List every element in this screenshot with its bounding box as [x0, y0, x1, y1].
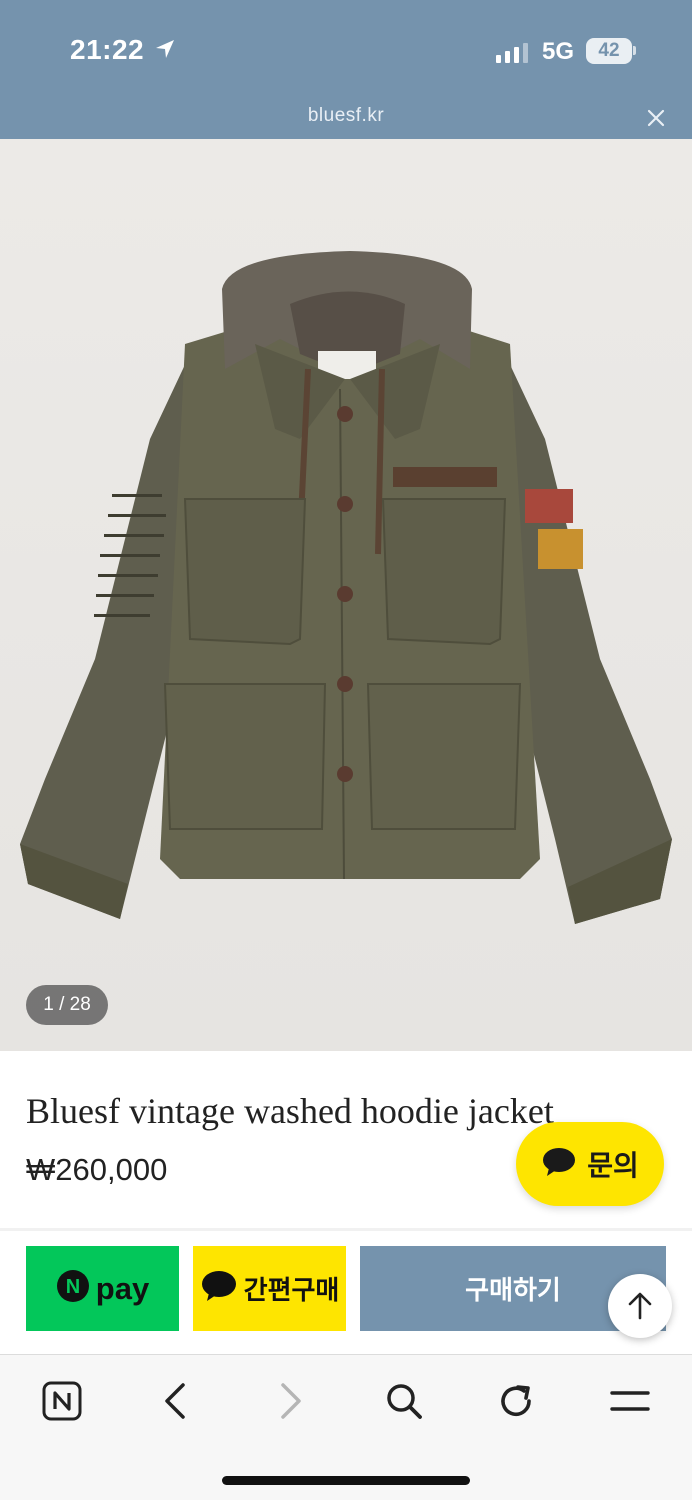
product-title: Bluesf vintage washed hoodie jacket [26, 1091, 554, 1131]
image-counter: 1 / 28 [26, 985, 108, 1025]
inquiry-label: 문의 [587, 1150, 639, 1181]
close-icon[interactable] [644, 106, 668, 130]
npay-button[interactable]: N pay [26, 1246, 179, 1331]
kakao-quick-buy-button[interactable]: 간편구매 [193, 1246, 346, 1331]
menu-icon[interactable] [606, 1377, 654, 1425]
product-image[interactable] [0, 139, 692, 1051]
chat-bubble-icon [541, 1146, 577, 1183]
signal-icon [496, 41, 528, 63]
location-arrow-icon [154, 38, 176, 65]
battery-icon: 42 [586, 38, 632, 64]
status-time: 21:22 [70, 34, 145, 65]
jacket-illustration [20, 251, 672, 924]
buy-now-label: 구매하기 [465, 1275, 561, 1305]
kakao-chat-icon [200, 1269, 238, 1308]
inquiry-button[interactable]: 문의 [516, 1122, 664, 1206]
npay-badge: N [66, 1276, 80, 1298]
naver-icon[interactable] [38, 1377, 86, 1425]
back-icon[interactable] [152, 1377, 200, 1425]
search-icon[interactable] [380, 1377, 428, 1425]
section-divider [0, 1228, 692, 1231]
npay-logo-icon: N [56, 1269, 90, 1308]
npay-label: pay [95, 1270, 150, 1306]
kakao-quick-buy-label: 간편구매 [243, 1275, 340, 1305]
scroll-to-top-button[interactable] [608, 1274, 672, 1338]
battery-tip [633, 46, 636, 55]
arrow-up-icon [628, 1292, 652, 1320]
forward-icon[interactable] [266, 1377, 314, 1425]
network-type: 5G [542, 38, 575, 65]
product-price: ₩260,000 [26, 1152, 168, 1187]
address-bar[interactable]: bluesf.kr [0, 105, 692, 127]
reload-icon[interactable] [492, 1377, 540, 1425]
home-indicator [222, 1476, 470, 1485]
status-and-url-bar: 21:22 5G 42 bluesf.kr [0, 0, 692, 139]
